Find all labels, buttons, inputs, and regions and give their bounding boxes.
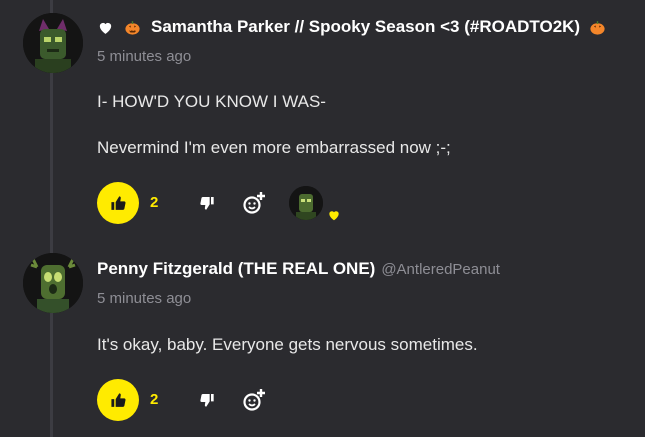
thumbs-up-icon [110, 392, 126, 407]
like-button[interactable] [97, 379, 139, 421]
comment-header: Samantha Parker // Spooky Season <3 (#RO… [97, 17, 606, 37]
comment-header: Penny Fitzgerald (THE REAL ONE) @Antlere… [97, 259, 500, 279]
avatar[interactable] [23, 13, 83, 73]
reactor-avatar[interactable] [289, 186, 323, 220]
thumbs-down-icon [200, 197, 214, 210]
author-name[interactable]: Samantha Parker // Spooky Season <3 (#RO… [151, 17, 580, 37]
add-reaction-icon [243, 389, 265, 411]
add-reaction-button[interactable] [242, 191, 266, 215]
thumbs-down-icon [200, 394, 214, 407]
like-button[interactable] [97, 182, 139, 224]
yellow-heart-icon [327, 208, 341, 222]
jack-o-lantern-icon [124, 19, 141, 36]
jack-o-lantern-icon [589, 19, 606, 36]
comment-actions: 2 [97, 182, 397, 224]
like-count: 2 [150, 391, 159, 408]
add-reaction-button[interactable] [242, 388, 266, 412]
avatar[interactable] [23, 253, 83, 313]
author-handle[interactable]: @AntleredPeanut [381, 261, 500, 278]
comment-text: Nevermind I'm even more embarrassed now … [97, 138, 451, 157]
comment-text: It's okay, baby. Everyone gets nervous s… [97, 335, 478, 354]
author-name[interactable]: Penny Fitzgerald (THE REAL ONE) [97, 259, 375, 279]
timestamp: 5 minutes ago [97, 48, 192, 65]
timestamp: 5 minutes ago [97, 290, 192, 307]
comment-actions: 2 [97, 379, 397, 421]
thumbs-up-icon [110, 195, 126, 210]
add-reaction-icon [243, 192, 265, 214]
comment-text: I- HOW'D YOU KNOW I WAS- [97, 92, 326, 111]
white-heart-icon [97, 19, 114, 36]
dislike-button[interactable] [197, 193, 217, 213]
like-count: 2 [150, 194, 159, 211]
dislike-button[interactable] [197, 390, 217, 410]
